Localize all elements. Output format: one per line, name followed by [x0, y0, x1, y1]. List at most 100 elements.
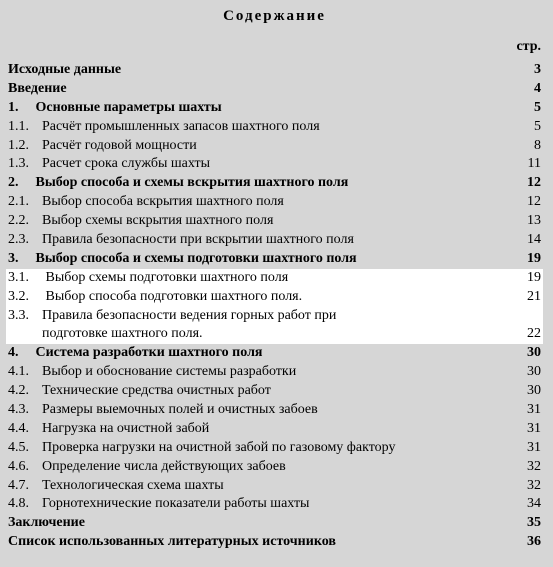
toc-row-title: Определение числа действующих забоев: [42, 459, 286, 474]
toc-row-page: 5: [521, 99, 541, 118]
toc-row-text: 1. Основные параметры шахты: [8, 99, 521, 118]
page-column-label: стр.: [6, 39, 543, 55]
toc-row-title: Правила безопасности ведения горных рабо…: [42, 308, 336, 323]
toc-row-page: 12: [521, 193, 541, 212]
toc-row-number: 1.1.: [8, 118, 42, 137]
toc-row: 4.4.Нагрузка на очистной забой31: [6, 420, 543, 439]
toc-row: 3.1. Выбор схемы подготовки шахтного пол…: [6, 269, 543, 288]
toc-row: подготовке шахтного поля.22: [6, 325, 543, 344]
toc-row: 4. Система разработки шахтного поля30: [6, 344, 543, 363]
toc-row-title: Выбор и обоснование системы разработки: [42, 364, 296, 379]
toc-row: 4.1.Выбор и обоснование системы разработ…: [6, 363, 543, 382]
toc-row: 4.3.Размеры выемочных полей и очистных з…: [6, 401, 543, 420]
toc-row-text: 4.7.Технологическая схема шахты: [8, 477, 521, 496]
toc-row-text: Исходные данные: [8, 61, 521, 80]
toc-row-text: 2.2.Выбор схемы вскрытия шахтного поля: [8, 212, 521, 231]
toc-row-number: 4.6.: [8, 458, 42, 477]
toc-row-page: 35: [521, 514, 541, 533]
toc-row-text: подготовке шахтного поля.: [8, 325, 521, 344]
toc-row-page: 5: [521, 118, 541, 137]
toc-row: 2.3.Правила безопасности при вскрытии ша…: [6, 231, 543, 250]
toc-row: 2.1.Выбор способа вскрытия шахтного поля…: [6, 193, 543, 212]
toc-row-title: Расчет срока службы шахты: [42, 156, 210, 171]
toc-row-title: Технологическая схема шахты: [42, 478, 224, 493]
toc-row: 4.6.Определение числа действующих забоев…: [6, 458, 543, 477]
toc-row-number: 1.2.: [8, 137, 42, 156]
toc-row-text: 1.1.Расчёт промышленных запасов шахтного…: [8, 118, 521, 137]
toc-row: 3. Выбор способа и схемы подготовки шахт…: [6, 250, 543, 269]
toc-row: 1.1.Расчёт промышленных запасов шахтного…: [6, 118, 543, 137]
toc-row-text: 4. Система разработки шахтного поля: [8, 344, 521, 363]
toc-row-title: Горнотехнические показатели работы шахты: [42, 496, 309, 511]
toc-row-text: Введение: [8, 80, 521, 99]
toc-row-text: 1.3.Расчет срока службы шахты: [8, 155, 521, 174]
toc-row-title: Расчёт годовой мощности: [42, 138, 197, 153]
toc-row-text: 4.1.Выбор и обоснование системы разработ…: [8, 363, 521, 382]
toc-row-page: 11: [521, 155, 541, 174]
toc-row-text: 4.4.Нагрузка на очистной забой: [8, 420, 521, 439]
toc-title: Содержание: [6, 8, 543, 25]
toc-row: 1. Основные параметры шахты5: [6, 99, 543, 118]
toc-row-title: Выбор способа и схемы подготовки шахтног…: [36, 251, 357, 266]
toc-row-title: Нагрузка на очистной забой: [42, 421, 209, 436]
toc-row-page: 31: [521, 401, 541, 420]
toc-row-number: 3.: [8, 250, 32, 269]
toc-row-page: 31: [521, 439, 541, 458]
toc-row-text: 4.6.Определение числа действующих забоев: [8, 458, 521, 477]
toc-row-title: Исходные данные: [8, 62, 121, 77]
toc-row: 2.2.Выбор схемы вскрытия шахтного поля13: [6, 212, 543, 231]
toc-row-title: Выбор схемы подготовки шахтного поля: [42, 270, 288, 285]
toc-row-number: 3.3.: [8, 307, 42, 326]
toc-row-text: 4.5.Проверка нагрузки на очистной забой …: [8, 439, 521, 458]
toc-row-page: 36: [521, 533, 541, 552]
toc-row-page: 13: [521, 212, 541, 231]
toc-row-title: Правила безопасности при вскрытии шахтно…: [42, 232, 354, 247]
toc-row-page: 3: [521, 61, 541, 80]
toc-row-page: 14: [521, 231, 541, 250]
toc-row-title: Выбор схемы вскрытия шахтного поля: [42, 213, 273, 228]
toc-row-number: 2.2.: [8, 212, 42, 231]
toc-row-title: Список использованных литературных источ…: [8, 534, 336, 549]
toc-row-title: Выбор способа вскрытия шахтного поля: [42, 194, 284, 209]
toc-row-text: 4.3.Размеры выемочных полей и очистных з…: [8, 401, 521, 420]
toc-row-number: 4.3.: [8, 401, 42, 420]
toc-row-title: Система разработки шахтного поля: [36, 345, 263, 360]
toc-row-number: 4.2.: [8, 382, 42, 401]
toc-row: 3.3.Правила безопасности ведения горных …: [6, 307, 543, 326]
toc-row: Исходные данные 3: [6, 61, 543, 80]
toc-row: 4.8.Горнотехнические показатели работы ш…: [6, 495, 543, 514]
toc-row-text: 2.3.Правила безопасности при вскрытии ша…: [8, 231, 521, 250]
toc-row: 4.5.Проверка нагрузки на очистной забой …: [6, 439, 543, 458]
toc-row-page: 30: [521, 382, 541, 401]
toc-row-page: 32: [521, 458, 541, 477]
toc-row-text: 3. Выбор способа и схемы подготовки шахт…: [8, 250, 521, 269]
toc-row: 4.7.Технологическая схема шахты32: [6, 477, 543, 496]
toc-row-title: Расчёт промышленных запасов шахтного пол…: [42, 119, 320, 134]
toc-row-number: 4.8.: [8, 495, 42, 514]
toc-row-title: Введение: [8, 81, 67, 96]
toc-row: 4.2.Технические средства очистных работ3…: [6, 382, 543, 401]
toc-row-title: Выбор способа и схемы вскрытия шахтного …: [36, 175, 349, 190]
toc-row-text: 2. Выбор способа и схемы вскрытия шахтно…: [8, 174, 521, 193]
toc-row-page: 4: [521, 80, 541, 99]
toc-row-page: 30: [521, 344, 541, 363]
toc-row-text: 3.1. Выбор схемы подготовки шахтного пол…: [8, 269, 521, 288]
toc-row-number: 2.: [8, 174, 32, 193]
toc-row-title: Технические средства очистных работ: [42, 383, 271, 398]
toc-row: 2. Выбор способа и схемы вскрытия шахтно…: [6, 174, 543, 193]
toc-row-text: Список использованных литературных источ…: [8, 533, 521, 552]
toc-row-number: 4.1.: [8, 363, 42, 382]
toc-row-page: 32: [521, 477, 541, 496]
toc-row-title: Выбор способа подготовки шахтного поля.: [42, 289, 302, 304]
toc-row-title: Основные параметры шахты: [36, 100, 222, 115]
toc-row-number: 3.2.: [8, 288, 42, 307]
toc-row-text: 2.1.Выбор способа вскрытия шахтного поля: [8, 193, 521, 212]
toc-row-number: 4.5.: [8, 439, 42, 458]
toc-row-number: 2.1.: [8, 193, 42, 212]
toc-row-page: 22: [521, 325, 541, 344]
toc-row-text: 4.2.Технические средства очистных работ: [8, 382, 521, 401]
toc-row-title: Размеры выемочных полей и очистных забое…: [42, 402, 318, 417]
toc-row-number: 1.: [8, 99, 32, 118]
toc-body: Исходные данные3Введение41. Основные пар…: [6, 61, 543, 552]
toc-row-page: 19: [521, 250, 541, 269]
